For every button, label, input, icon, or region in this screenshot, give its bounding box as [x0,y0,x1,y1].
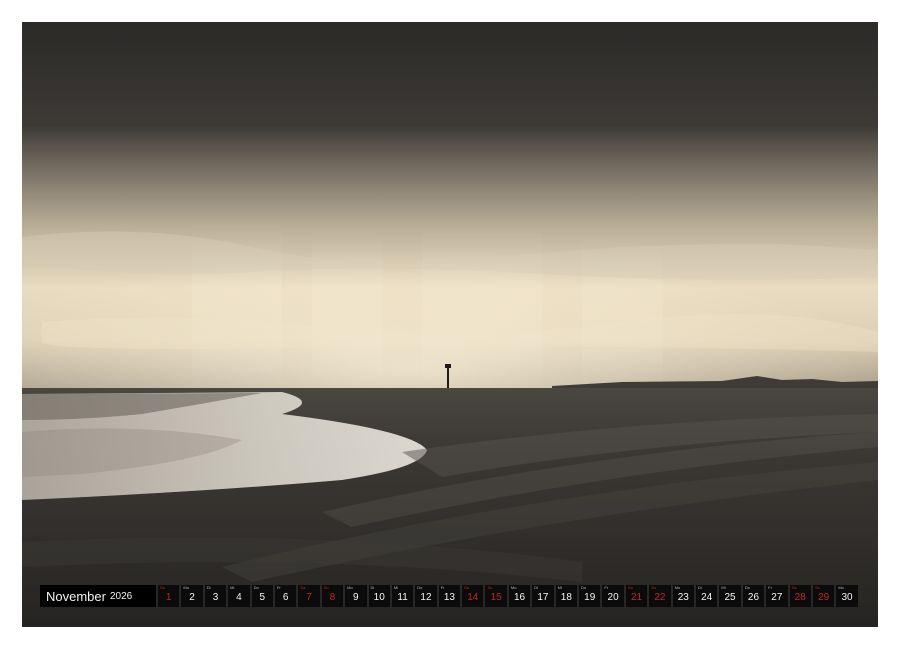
day-number: 4 [236,592,242,603]
day-cell: Do 26 [742,585,765,607]
day-number: 8 [329,592,336,603]
weekday-label: Mi [393,585,399,590]
day-number: 17 [537,592,549,603]
day-cell: Di 17 [532,585,554,607]
day-number: 2 [189,592,195,603]
day-cell: Fr 27 [766,585,788,607]
weekday-label: Fr [440,585,445,590]
weekday-label: Do [417,585,423,590]
day-number: 27 [771,592,783,603]
weekday-label: Sa [791,585,797,590]
day-number: 11 [397,592,408,603]
weekday-label: Do [581,585,587,590]
day-number: 3 [212,592,219,603]
day-number: 22 [654,592,666,603]
day-cell: Do 19 [579,585,601,607]
weekday-label: Mi [230,585,235,590]
day-cell: Mo 2 [181,585,203,607]
day-cell: So 29 [812,585,835,607]
day-number: 30 [841,592,853,603]
weekday-label: Di [206,585,211,590]
beach-storm-photo [22,22,878,627]
weekday-label: Mo [838,585,844,590]
day-number: 9 [353,592,359,603]
day-cell: Mi 18 [555,585,578,607]
day-cell: Di 3 [204,585,227,607]
day-number: 25 [724,592,736,603]
weekday-label: Sa [300,585,306,590]
month-name: November [46,588,106,604]
day-cell: Mo 30 [836,585,858,607]
weekday-label: So [487,585,493,590]
weekday-label: Mi [721,585,726,590]
weekday-label: Fr [276,585,281,590]
day-number: 6 [282,592,289,603]
month-year: 2026 [109,590,133,602]
weekday-label: Sa [627,585,633,590]
weekday-label: So [814,585,820,590]
weekday-label: Do [744,585,750,590]
weekday-label: So [651,585,657,590]
weekday-label: Do [253,585,259,590]
weekday-label: Mo [183,585,189,590]
weekday-label: Di [697,585,702,590]
day-number: 21 [630,592,643,603]
calendar-date-strip: November 2026 So 1 Mo 2 Di 3 Mi 4 Do 5 Fr 6 Sa 7 So 8 Mo… [40,585,860,607]
day-number: 26 [747,592,760,603]
weekday-label: Sa [464,585,469,590]
day-cells: So 1 Mo 2 Di 3 Mi 4 Do 5 Fr 6 Sa 7 So 8 Mo 9 Di 10 Mi 11 Do 12 F… [158,585,860,607]
day-cell: Di 10 [368,585,390,607]
day-cell: So 8 [321,585,344,607]
calendar-photo [22,22,878,627]
day-number: 13 [443,592,455,603]
day-cell: Mi 25 [719,585,741,607]
day-number: 16 [513,592,526,603]
day-cell: So 15 [485,585,507,607]
day-number: 12 [420,592,432,603]
weekday-label: Mo [347,585,353,590]
weekday-label: Fr [604,585,609,590]
weekday-label: Mi [557,585,562,590]
day-cell: Fr 6 [274,585,297,607]
day-cell: Mo 23 [672,585,694,607]
weekday-label: Fr [768,585,772,590]
day-cell: Di 24 [695,585,718,607]
day-number: 20 [607,592,619,603]
day-number: 15 [490,592,502,603]
day-number: 28 [794,592,806,603]
day-cell: So 1 [158,585,180,607]
day-number: 10 [373,592,385,603]
day-cell: So 22 [649,585,671,607]
day-cell: Sa 28 [789,585,811,607]
day-cell: Sa 14 [462,585,484,607]
day-cell: Sa 7 [298,585,320,607]
day-number: 7 [306,592,312,603]
weekday-label: So [323,585,329,590]
day-number: 19 [584,592,596,603]
weekday-label: Mo [674,585,681,590]
day-cell: Do 12 [415,585,437,607]
day-number: 14 [467,592,479,603]
day-number: 1 [165,592,172,603]
day-number: 29 [818,592,830,603]
day-number: 5 [259,592,266,603]
day-cell: Fr 20 [602,585,624,607]
day-number: 24 [701,592,713,603]
weekday-label: Mo [510,585,517,590]
day-cell: Mi 11 [391,585,414,607]
day-cell: Mi 4 [228,585,250,607]
day-number: 23 [677,592,689,603]
day-cell: Mo 16 [508,585,531,607]
day-cell: Mo 9 [345,585,367,607]
weekday-label: Di [534,585,539,590]
day-cell: Sa 21 [625,585,648,607]
weekday-label: Di [370,585,375,590]
month-label: November 2026 [40,585,156,607]
day-cell: Do 5 [251,585,273,607]
day-number: 18 [560,592,572,603]
day-cell: Fr 13 [438,585,461,607]
weekday-label: So [160,585,165,590]
